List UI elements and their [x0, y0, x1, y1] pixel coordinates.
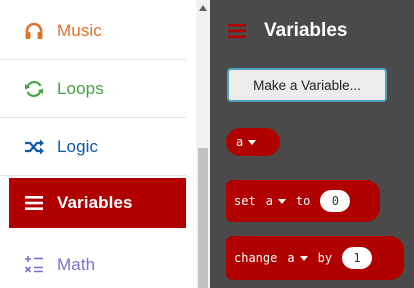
category-math-label: Math [57, 255, 96, 274]
scroll-up-arrow-icon[interactable] [199, 5, 207, 11]
list-icon [22, 191, 46, 215]
flyout-header: Variables [226, 16, 347, 46]
change-value-input[interactable]: 1 [342, 247, 373, 269]
category-logic-label: Logic [57, 136, 99, 156]
scroll-thumb[interactable] [198, 148, 208, 288]
change-variable-block[interactable]: change a by 1 [226, 236, 404, 280]
change-keyword: change [234, 251, 278, 265]
category-logic[interactable]: Logic [0, 118, 186, 176]
make-variable-button[interactable]: Make a Variable... [227, 68, 387, 102]
headphones-icon [22, 19, 46, 43]
category-loops-label: Loops [57, 78, 104, 98]
category-variables[interactable]: Variables [9, 178, 186, 228]
category-music-label: Music [57, 20, 102, 40]
variable-name: a [236, 135, 244, 149]
math-icon [22, 253, 46, 277]
flyout-title: Variables [264, 20, 348, 41]
category-music[interactable]: Music [0, 2, 186, 60]
change-variable-name: a [287, 251, 295, 265]
by-keyword: by [317, 251, 333, 265]
set-variable-block[interactable]: set a to 0 [226, 180, 380, 222]
sidebar-scrollbar[interactable] [196, 0, 210, 288]
dropdown-caret-icon [299, 255, 308, 261]
set-value-input[interactable]: 0 [320, 190, 351, 212]
change-variable-dropdown[interactable]: a [287, 251, 308, 265]
category-loops[interactable]: Loops [0, 60, 186, 118]
variable-reporter-block[interactable]: a [226, 128, 280, 156]
set-variable-name: a [265, 194, 273, 208]
refresh-icon [22, 77, 46, 101]
variables-flyout: Variables Make a Variable... a set a to … [210, 0, 414, 288]
set-keyword: set [234, 194, 256, 208]
dropdown-caret-icon [277, 198, 286, 204]
to-keyword: to [295, 194, 311, 208]
variable-dropdown[interactable]: a [236, 135, 257, 149]
dropdown-caret-icon [248, 139, 257, 145]
category-variables-label: Variables [57, 193, 133, 212]
category-math[interactable]: Math [0, 236, 186, 288]
set-variable-dropdown[interactable]: a [266, 194, 286, 208]
shuffle-icon [22, 135, 46, 159]
category-sidebar: Music Loops Logic Variables Math [0, 0, 196, 288]
list-icon [226, 20, 248, 42]
